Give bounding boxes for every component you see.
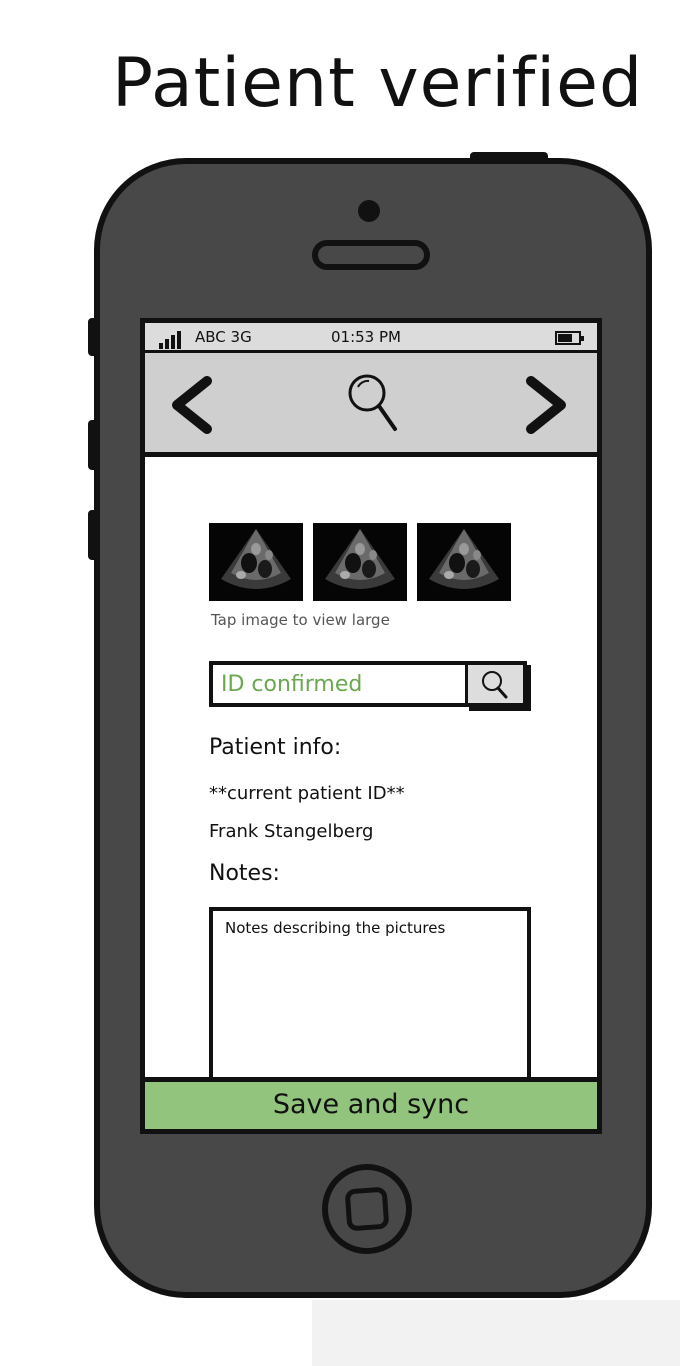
- search-button[interactable]: [343, 369, 403, 437]
- phone-side-button: [88, 318, 98, 356]
- phone-screen: ABC 3G 01:53 PM Tap image to view large …: [140, 318, 602, 1134]
- thumbnail-hint: Tap image to view large: [211, 611, 390, 629]
- ultrasound-image-icon: [221, 529, 291, 589]
- mockup-canvas: Patient verified ABC 3G 01:53 PM Tap ima…: [0, 0, 680, 1366]
- status-time: 01:53 PM: [331, 328, 401, 346]
- id-search-group: [209, 661, 531, 707]
- navigation-bar: [145, 353, 597, 457]
- back-button[interactable]: [163, 373, 223, 437]
- home-button[interactable]: [322, 1164, 412, 1254]
- patient-id-text: **current patient ID**: [209, 783, 405, 804]
- magnifier-icon: [482, 671, 508, 699]
- home-square-icon: [344, 1186, 390, 1232]
- phone-side-button: [88, 420, 98, 470]
- patient-info-heading: Patient info:: [209, 735, 342, 760]
- chevron-left-icon: [172, 376, 212, 434]
- signal-strength-icon: [159, 331, 189, 349]
- save-and-sync-button[interactable]: Save and sync: [145, 1077, 597, 1129]
- id-search-button[interactable]: [465, 661, 527, 707]
- ultrasound-image-icon: [325, 529, 395, 589]
- phone-side-button: [88, 510, 98, 560]
- magnifier-icon: [348, 374, 397, 431]
- ultrasound-thumbnail[interactable]: [417, 523, 511, 601]
- ultrasound-image-icon: [429, 529, 499, 589]
- battery-icon: [555, 331, 584, 345]
- phone-top-button: [470, 152, 548, 162]
- page-title: Patient verified: [112, 44, 644, 123]
- status-bar: ABC 3G 01:53 PM: [145, 323, 597, 353]
- background-patch: [312, 1300, 680, 1366]
- image-thumbnails: [209, 523, 511, 601]
- content-area: Tap image to view large Patient info: **…: [145, 457, 597, 1097]
- forward-button[interactable]: [515, 373, 575, 437]
- carrier-label: ABC 3G: [195, 328, 252, 346]
- ultrasound-thumbnail[interactable]: [313, 523, 407, 601]
- front-camera: [358, 200, 380, 222]
- ultrasound-thumbnail[interactable]: [209, 523, 303, 601]
- patient-id-input[interactable]: [209, 661, 469, 707]
- earpiece-speaker: [312, 240, 430, 270]
- notes-heading: Notes:: [209, 861, 280, 886]
- chevron-right-icon: [526, 376, 566, 434]
- patient-name: Frank Stangelberg: [209, 821, 374, 842]
- notes-textarea[interactable]: Notes describing the pictures: [209, 907, 531, 1097]
